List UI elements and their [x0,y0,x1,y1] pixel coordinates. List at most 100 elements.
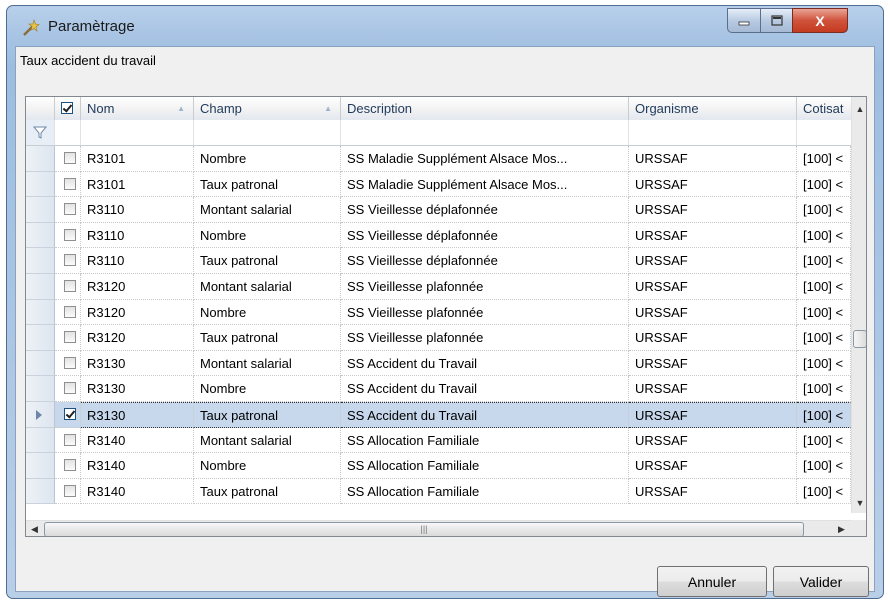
row-checkbox[interactable] [64,433,76,446]
cell-description[interactable]: SS Vieillesse déplafonnée [341,197,629,223]
column-header-cotisation[interactable]: Cotisat [797,97,851,120]
row-indicator[interactable] [26,248,55,274]
cell-organisme[interactable]: URSSAF [629,325,797,351]
table-row[interactable]: R3120 Taux patronal SS Vieillesse plafonné… [26,325,851,351]
cell-description[interactable]: SS Maladie Supplément Alsace Mos... [341,171,629,198]
cell-cotisation[interactable]: [100] < [797,325,851,351]
scroll-up-icon[interactable]: ▲ [852,100,866,117]
cell-champ[interactable]: Taux patronal [194,248,341,274]
cell-organisme[interactable]: URSSAF [629,197,797,223]
cell-organisme[interactable]: URSSAF [629,274,797,300]
cell-organisme[interactable]: URSSAF [629,453,797,479]
cell-nom[interactable]: R3140 [81,478,194,505]
cell-nom[interactable]: R3120 [81,299,194,326]
validate-button[interactable]: Valider [773,566,869,597]
cell-organisme[interactable]: URSSAF [629,376,797,402]
filter-cell-champ[interactable] [194,120,341,145]
scroll-down-icon[interactable]: ▼ [852,494,866,511]
table-row[interactable]: R3110 Montant salarial SS Vieillesse dépla… [26,197,851,223]
cell-cotisation[interactable]: [100] < [797,350,851,377]
cell-description[interactable]: SS Maladie Supplément Alsace Mos... [341,146,629,172]
table-row[interactable]: R3130 Nombre SS Accident du Travail URSSAF[… [26,376,851,402]
cell-organisme[interactable]: URSSAF [629,350,797,377]
cell-champ[interactable]: Nombre [194,222,341,249]
select-all-checkbox[interactable] [61,102,73,114]
cell-cotisation[interactable]: [100] < [797,171,851,198]
row-checkbox[interactable] [64,152,76,164]
scroll-left-icon[interactable]: ◀ [26,521,43,536]
row-indicator[interactable] [26,453,55,479]
cell-nom[interactable]: R3130 [81,350,194,377]
row-indicator[interactable] [26,299,55,326]
vertical-scroll-thumb[interactable] [853,330,866,348]
row-checkbox[interactable] [64,177,76,190]
cell-description[interactable]: SS Vieillesse plafonnée [341,274,629,300]
cell-cotisation[interactable]: [100] < [797,453,851,479]
row-indicator[interactable] [26,325,55,351]
cell-cotisation[interactable]: [100] < [797,248,851,274]
cell-nom[interactable]: R3120 [81,325,194,351]
row-checkbox[interactable] [64,254,76,267]
cell-champ[interactable]: Nombre [194,453,341,479]
cell-description[interactable]: SS Accident du Travail [341,376,629,402]
table-row[interactable]: R3140 Taux patronal SS Allocation Familial… [26,478,851,505]
cell-description[interactable]: SS Vieillesse plafonnée [341,325,629,351]
title-bar[interactable]: Paramètrage X [7,6,883,46]
table-row[interactable]: R3101 Nombre SS Maladie Supplément Alsace … [26,146,851,172]
cell-organisme[interactable]: URSSAF [629,146,797,172]
table-row[interactable]: R3110 Nombre SS Vieillesse déplafonnée URSS… [26,222,851,249]
cell-cotisation[interactable]: [100] < [797,222,851,249]
filter-cell-description[interactable] [341,120,629,145]
row-indicator[interactable] [26,350,55,377]
cell-champ[interactable]: Montant salarial [194,197,341,223]
row-checkbox[interactable] [64,280,76,292]
column-header-description[interactable]: Description [341,97,629,120]
cell-champ[interactable]: Taux patronal [194,402,341,428]
cell-champ[interactable]: Nombre [194,299,341,326]
cell-champ[interactable]: Montant salarial [194,350,341,377]
row-indicator[interactable] [26,478,55,505]
cell-cotisation[interactable]: [100] < [797,146,851,172]
row-indicator[interactable] [26,427,55,454]
close-button[interactable]: X [792,8,848,33]
vertical-scrollbar[interactable]: ▲ ▼ [851,97,866,513]
cell-champ[interactable]: Nombre [194,146,341,172]
maximize-button[interactable] [760,8,793,33]
row-checkbox[interactable] [64,203,76,216]
scroll-right-icon[interactable]: ▶ [833,521,850,536]
cell-champ[interactable]: Montant salarial [194,427,341,454]
cell-nom[interactable]: R3130 [81,402,194,428]
cell-description[interactable]: SS Vieillesse déplafonnée [341,222,629,249]
cell-cotisation[interactable]: [100] < [797,376,851,402]
cell-nom[interactable]: R3120 [81,274,194,300]
cell-nom[interactable]: R3110 [81,222,194,249]
cell-champ[interactable]: Montant salarial [194,274,341,300]
row-checkbox[interactable] [64,331,76,344]
table-row[interactable]: R3120 Montant salarial SS Vieillesse plafo… [26,274,851,300]
row-indicator[interactable] [26,402,55,428]
cell-organisme[interactable]: URSSAF [629,248,797,274]
cell-organisme[interactable]: URSSAF [629,299,797,326]
cell-cotisation[interactable]: [100] < [797,197,851,223]
cell-cotisation[interactable]: [100] < [797,299,851,326]
cell-nom[interactable]: R3130 [81,376,194,402]
cell-description[interactable]: SS Accident du Travail [341,402,629,428]
table-row[interactable]: R3130 Taux patronal SS Accident du Travail… [26,402,851,428]
row-indicator[interactable] [26,274,55,300]
cell-organisme[interactable]: URSSAF [629,222,797,249]
row-checkbox[interactable] [64,408,76,420]
horizontal-scroll-thumb[interactable]: ||| [44,522,804,536]
cell-nom[interactable]: R3110 [81,197,194,223]
cell-champ[interactable]: Nombre [194,376,341,402]
row-indicator[interactable] [26,376,55,402]
table-row[interactable]: R3140 Montant salarial SS Allocation Famil… [26,427,851,454]
cell-description[interactable]: SS Allocation Familiale [341,478,629,505]
cell-description[interactable]: SS Allocation Familiale [341,453,629,479]
cell-organisme[interactable]: URSSAF [629,171,797,198]
cell-organisme[interactable]: URSSAF [629,402,797,428]
row-indicator[interactable] [26,171,55,198]
cell-champ[interactable]: Taux patronal [194,325,341,351]
column-header-champ[interactable]: Champ ▲ [194,97,341,120]
row-checkbox[interactable] [64,382,76,395]
row-checkbox[interactable] [64,356,76,369]
